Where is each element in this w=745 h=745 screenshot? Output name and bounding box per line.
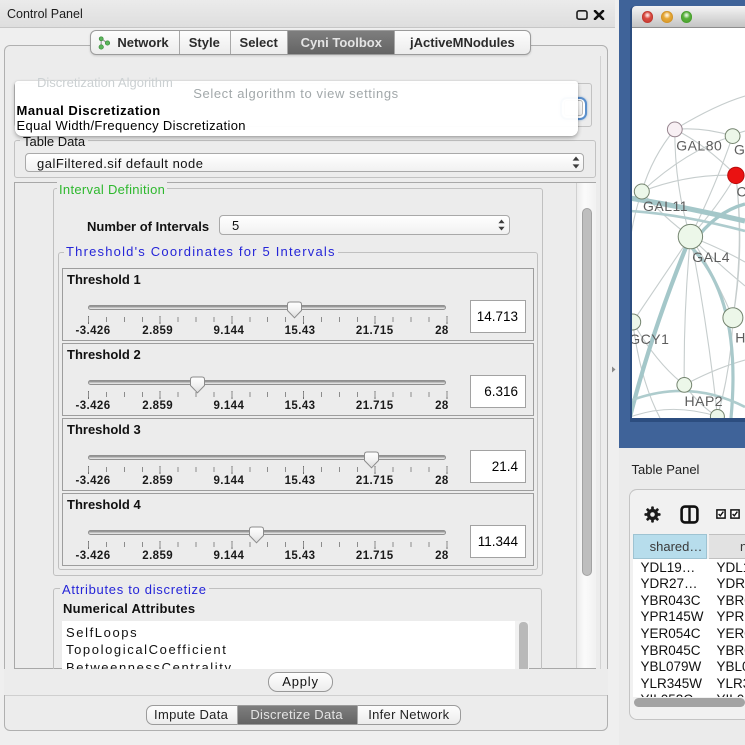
svg-text:GAL4: GAL4 [692, 249, 730, 265]
svg-text:GA: GA [734, 142, 745, 158]
svg-text:CA: CA [737, 184, 745, 200]
svg-text:GAL80: GAL80 [676, 138, 722, 154]
svg-text:HAP2: HAP2 [685, 393, 724, 409]
svg-text:GAL11: GAL11 [643, 198, 688, 214]
svg-text:GCY1: GCY1 [632, 331, 669, 347]
svg-text:H: H [735, 330, 745, 346]
